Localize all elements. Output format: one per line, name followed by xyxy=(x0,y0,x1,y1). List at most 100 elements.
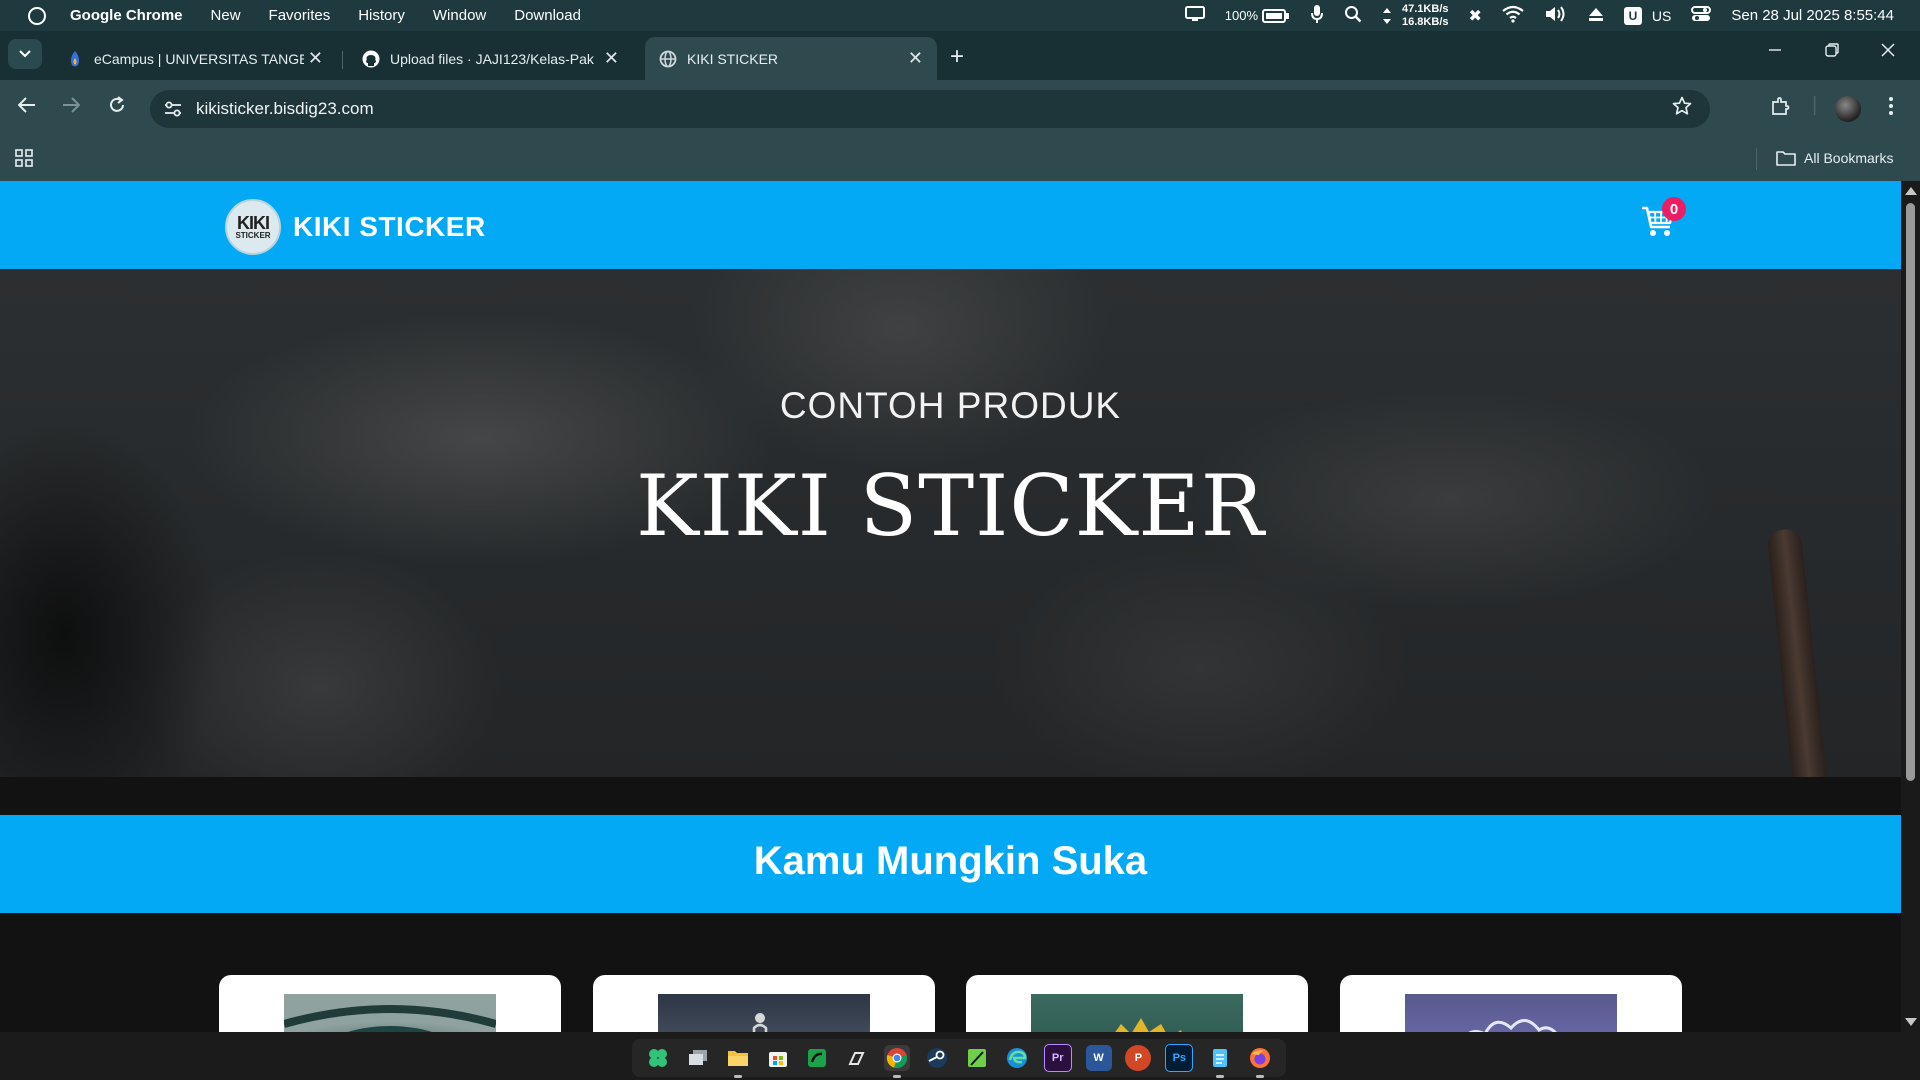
tab-divider xyxy=(342,51,343,69)
tab-github[interactable]: Upload files · JAJI123/Kelas-Pak ✕ xyxy=(348,37,633,80)
keyboard-layout-label: US xyxy=(1651,7,1672,24)
display-icon[interactable] xyxy=(1184,5,1205,27)
scroll-down-arrow-icon[interactable] xyxy=(1905,1018,1917,1026)
system-menu-icon[interactable] xyxy=(28,6,46,25)
menu-new[interactable]: New xyxy=(211,7,241,24)
forward-button[interactable] xyxy=(62,96,81,119)
menu-app-name[interactable]: Google Chrome xyxy=(70,7,183,24)
volume-icon[interactable] xyxy=(1544,5,1568,27)
chrome-icon[interactable] xyxy=(884,1045,911,1078)
section-title: Kamu Mungkin Suka xyxy=(753,839,1148,883)
new-tab-button[interactable]: + xyxy=(950,43,964,71)
os-taskbar: Pr W P Ps xyxy=(0,1032,1920,1080)
tab-strip: eCampus | UNIVERSITAS TANGERANG ✕ Upload… xyxy=(0,31,1920,80)
hero-pole-silhouette xyxy=(1766,527,1828,777)
hero-title: KIKI STICKER xyxy=(636,457,1265,555)
steam-icon[interactable] xyxy=(924,1045,950,1071)
close-icon[interactable]: ✕ xyxy=(908,48,923,69)
page-scrollbar[interactable] xyxy=(1901,181,1920,1032)
page-viewport: KIKI STICKER KIKI STICKER 0 CONTOH PRODU… xyxy=(0,181,1901,1032)
address-bar[interactable]: kikisticker.bisdig23.com xyxy=(150,90,1710,128)
profile-avatar[interactable] xyxy=(1835,96,1861,122)
clover-icon[interactable] xyxy=(645,1045,671,1071)
product-card[interactable] xyxy=(219,975,561,1032)
menu-favorites[interactable]: Favorites xyxy=(269,7,331,24)
scroll-up-arrow-icon[interactable] xyxy=(1905,187,1917,195)
tab-title: Upload files · JAJI123/Kelas-Pak xyxy=(390,50,594,67)
control-center-icon[interactable] xyxy=(1691,5,1712,27)
battery-status[interactable]: 100% xyxy=(1225,8,1290,24)
apps-grid-icon[interactable] xyxy=(14,148,34,173)
minimize-button[interactable] xyxy=(1768,41,1782,62)
powerpoint-icon[interactable]: P xyxy=(1125,1045,1152,1071)
battery-percent: 100% xyxy=(1224,8,1259,23)
firefox-icon[interactable] xyxy=(1247,1045,1273,1078)
all-bookmarks-button[interactable]: All Bookmarks xyxy=(1776,150,1893,166)
restore-icon xyxy=(1825,43,1839,57)
recommendation-section-header: Kamu Mungkin Suka xyxy=(0,815,1901,913)
arrow-right-icon xyxy=(63,97,81,113)
tab-ecampus[interactable]: eCampus | UNIVERSITAS TANGERANG ✕ xyxy=(52,37,337,80)
reload-button[interactable] xyxy=(108,96,126,120)
restore-button[interactable] xyxy=(1825,41,1839,62)
all-bookmarks-label: All Bookmarks xyxy=(1804,150,1894,166)
microphone-icon[interactable] xyxy=(1310,4,1324,28)
site-header: KIKI STICKER KIKI STICKER 0 xyxy=(0,181,1901,269)
bluetooth-off-icon[interactable]: ✖ xyxy=(1469,6,1482,26)
site-info-icon[interactable] xyxy=(164,101,182,117)
scrollbar-thumb[interactable] xyxy=(1906,203,1915,781)
site-logo[interactable]: KIKI STICKER xyxy=(225,199,281,255)
browser-toolbar: kikisticker.bisdig23.com | xyxy=(0,80,1920,138)
tab-kiki-sticker[interactable]: KIKI STICKER ✕ xyxy=(645,37,937,80)
sheets-icon[interactable] xyxy=(804,1045,830,1071)
wifi-icon[interactable] xyxy=(1502,5,1524,27)
menu-download[interactable]: Download xyxy=(514,7,581,24)
notepad-icon[interactable] xyxy=(1207,1045,1233,1078)
task-view-icon[interactable] xyxy=(685,1045,711,1071)
site-brand[interactable]: KIKI STICKER KIKI STICKER xyxy=(225,199,486,255)
close-icon[interactable]: ✕ xyxy=(604,48,619,69)
net-download-speed: 16.8KB/s xyxy=(1402,15,1449,28)
logo-text-kiki: KIKI xyxy=(237,213,270,233)
product-card[interactable] xyxy=(1340,975,1682,1032)
eject-icon[interactable] xyxy=(1588,6,1604,26)
menu-kebab-icon[interactable] xyxy=(1888,96,1894,122)
net-upload-speed: 47.1KB/s xyxy=(1402,2,1449,15)
toolbar-divider: | xyxy=(1812,94,1818,116)
taskbar-dock: Pr W P Ps xyxy=(632,1039,1286,1078)
back-button[interactable] xyxy=(17,96,36,119)
close-window-button[interactable] xyxy=(1881,41,1895,62)
menu-window[interactable]: Window xyxy=(433,7,486,24)
menu-history[interactable]: History xyxy=(358,7,405,24)
bookmarks-divider xyxy=(1756,148,1757,170)
product-card[interactable] xyxy=(593,975,935,1032)
photoshop-icon[interactable]: Ps xyxy=(1165,1044,1194,1072)
clock[interactable]: Sen 28 Jul 2025 8:55:44 xyxy=(1731,7,1894,24)
bookmark-star-icon[interactable] xyxy=(1672,96,1692,122)
extensions-icon[interactable] xyxy=(1770,96,1790,122)
feather-icon[interactable] xyxy=(964,1045,990,1071)
tab-search-button[interactable] xyxy=(8,39,42,69)
logo-text-sticker: STICKER xyxy=(235,231,271,240)
word-icon[interactable]: W xyxy=(1085,1045,1112,1071)
pen-icon[interactable] xyxy=(844,1045,870,1071)
search-icon[interactable] xyxy=(1344,5,1362,27)
premiere-icon[interactable]: Pr xyxy=(1043,1044,1072,1072)
product-image[interactable] xyxy=(1405,994,1617,1032)
url-text[interactable]: kikisticker.bisdig23.com xyxy=(196,99,374,119)
updown-arrows-icon xyxy=(1383,7,1392,24)
bookmarks-bar: All Bookmarks xyxy=(0,138,1920,181)
product-card[interactable] xyxy=(966,975,1308,1032)
product-image[interactable] xyxy=(658,994,870,1032)
arrow-left-icon xyxy=(17,97,35,113)
product-image[interactable] xyxy=(1031,994,1243,1032)
file-explorer-icon[interactable] xyxy=(725,1045,751,1078)
store-icon[interactable] xyxy=(765,1045,791,1071)
product-image[interactable] xyxy=(282,994,498,1032)
github-icon xyxy=(362,50,380,68)
keyboard-layout[interactable]: U US xyxy=(1623,6,1672,25)
edge-icon[interactable] xyxy=(1004,1045,1030,1071)
cart-count-badge: 0 xyxy=(1662,197,1686,221)
close-icon[interactable]: ✕ xyxy=(308,48,323,69)
site-brand-name[interactable]: KIKI STICKER xyxy=(293,211,486,243)
